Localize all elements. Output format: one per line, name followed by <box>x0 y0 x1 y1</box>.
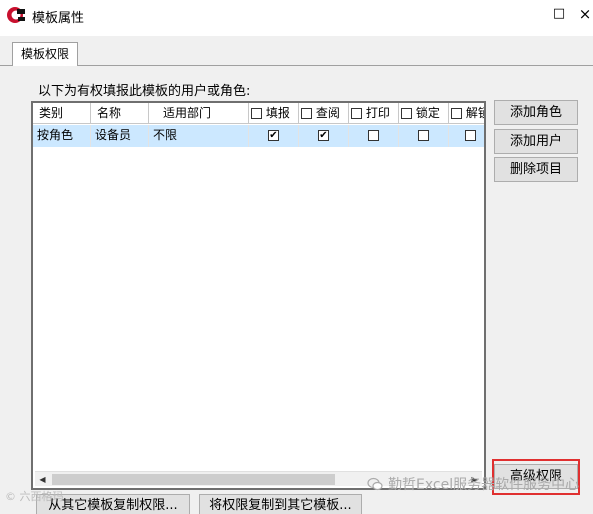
grid-header: 类别 名称 适用部门 填报 查阅 打印 锁定 解 <box>33 103 484 124</box>
column-label: 锁定 <box>415 106 440 120</box>
tab-template-permissions[interactable]: 模板权限 <box>12 42 78 67</box>
delete-item-button[interactable]: 删除项目 <box>494 157 578 182</box>
checkbox-view[interactable]: ✔ <box>318 130 329 141</box>
column-header-view[interactable]: 查阅 <box>299 103 349 124</box>
header-checkbox-unlock[interactable] <box>451 108 462 119</box>
column-header-category[interactable]: 类别 <box>33 103 91 124</box>
scrollbar-thumb[interactable] <box>52 474 335 485</box>
checkbox-fill[interactable]: ✔ <box>268 130 279 141</box>
permissions-prompt: 以下为有权填报此模板的用户或角色: <box>38 84 251 99</box>
column-label: 查阅 <box>315 106 340 120</box>
column-header-name[interactable]: 名称 <box>91 103 149 124</box>
close-button[interactable]: × <box>577 6 593 22</box>
column-header-print[interactable]: 打印 <box>349 103 399 124</box>
watermark-right: 勤哲Excel服务器软件服务中心 <box>388 477 580 493</box>
header-checkbox-print[interactable] <box>351 108 362 119</box>
cell-department: 不限 <box>149 125 249 147</box>
column-label: 适用部门 <box>163 106 212 120</box>
cell-fill: ✔ <box>249 125 299 147</box>
cell-view: ✔ <box>299 125 349 147</box>
cell-unlock <box>449 125 484 147</box>
checkbox-lock[interactable] <box>418 130 429 141</box>
tab-panel: 以下为有权填报此模板的用户或角色: 类别 名称 适用部门 填报 查阅 打印 锁定… <box>0 66 593 514</box>
scroll-left-icon[interactable]: ◀ <box>35 472 50 487</box>
cell-category: 按角色 <box>33 125 91 147</box>
column-label: 填报 <box>265 106 290 120</box>
permissions-grid[interactable]: 类别 名称 适用部门 填报 查阅 打印 锁定 解 按角色 设备员 不限 ✔ ✔ … <box>31 101 486 490</box>
maximize-button[interactable]: □ <box>551 6 567 22</box>
cell-print <box>349 125 399 147</box>
column-label: 打印 <box>365 106 390 120</box>
column-header-unlock[interactable]: 解锁 <box>449 103 484 124</box>
column-header-lock[interactable]: 锁定 <box>399 103 449 124</box>
header-checkbox-lock[interactable] <box>401 108 412 119</box>
wechat-icon <box>367 477 383 491</box>
column-header-department[interactable]: 适用部门 <box>149 103 249 124</box>
column-label: 类别 <box>39 106 64 120</box>
add-role-button[interactable]: 添加角色 <box>494 100 578 125</box>
cell-lock <box>399 125 449 147</box>
checkbox-unlock[interactable] <box>465 130 476 141</box>
title-bar: 模板属性 □ × <box>0 0 593 30</box>
header-checkbox-view[interactable] <box>301 108 312 119</box>
checkbox-print[interactable] <box>368 130 379 141</box>
tab-strip: 模板权限 <box>0 36 593 67</box>
column-label: 解锁 <box>465 106 484 120</box>
header-checkbox-fill[interactable] <box>251 108 262 119</box>
column-header-fill[interactable]: 填报 <box>249 103 299 124</box>
app-logo-icon <box>7 7 25 23</box>
watermark-left: © 六西格玛 <box>5 490 64 503</box>
table-row[interactable]: 按角色 设备员 不限 ✔ ✔ <box>33 125 484 147</box>
cell-name: 设备员 <box>91 125 149 147</box>
window-title: 模板属性 <box>32 11 85 26</box>
copy-to-template-button[interactable]: 将权限复制到其它模板... <box>199 494 362 514</box>
add-user-button[interactable]: 添加用户 <box>494 129 578 154</box>
column-label: 名称 <box>97 106 122 120</box>
